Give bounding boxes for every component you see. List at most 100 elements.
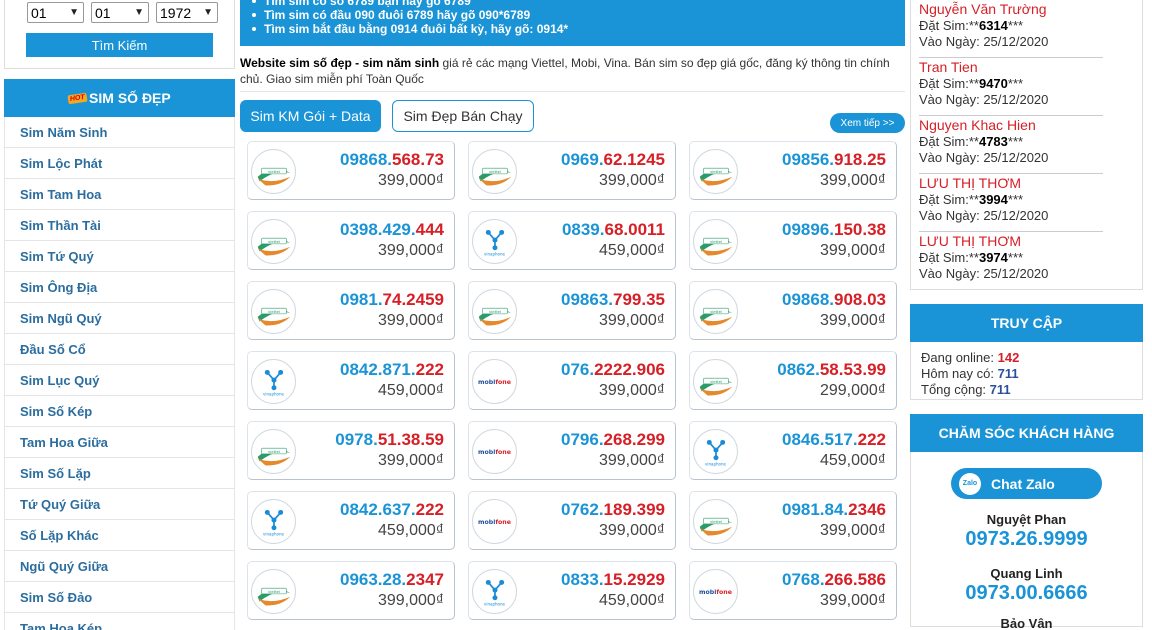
sim-card[interactable]: viettel 0978.51.38.59 399,000₫ [247,421,455,480]
viettel-logo-icon: viettel [472,149,517,194]
sim-price: 399,000₫ [819,312,886,329]
category-item[interactable]: Tứ Quý Giữa [5,489,234,520]
sim-number[interactable]: 09868.568.73 [340,150,444,170]
sim-card[interactable]: viettel 09868.908.03 399,000₫ [689,281,897,340]
sim-card[interactable]: mobifone 0762.189.399 399,000₫ [468,491,676,550]
sim-number-prefix: 0981.84. [781,500,849,519]
sim-number[interactable]: 0833.15.2929 [561,570,665,590]
sim-number[interactable]: 0842.637.222 [340,500,444,520]
sim-number[interactable]: 0981.74.2459 [340,290,444,310]
category-item[interactable]: Sim Lộc Phát [5,148,234,179]
sim-card[interactable]: viettel 0862.58.53.99 299,000₫ [689,351,897,410]
sim-number[interactable]: 0963.28.2347 [340,570,444,590]
sim-card[interactable]: mobifone 0768.266.586 399,000₫ [689,561,897,620]
sim-number[interactable]: 0839.68.0011 [562,220,665,240]
sim-number-highlight: 2346 [848,500,886,519]
sim-price: 399,000₫ [598,312,665,329]
ordered-sim: Đặt Sim:**3994*** [919,192,1024,207]
sim-price: 399,000₫ [598,522,665,539]
sim-card[interactable]: viettel 0963.28.2347 399,000₫ [247,561,455,620]
sim-number-highlight: 68.0011 [604,220,665,239]
sim-number[interactable]: 076.2222.906 [561,360,665,380]
year-select[interactable]: 1972 ▼ [156,2,218,23]
sim-number[interactable]: 09856.918.25 [782,150,886,170]
order-date: Vào Ngày: 25/12/2020 [919,208,1049,223]
category-item[interactable]: Sim Ngũ Quý [5,303,234,334]
month-select[interactable]: 01 ▼ [91,2,149,23]
category-item[interactable]: Ngũ Quý Giữa [5,551,234,582]
sim-number-highlight: 799.35 [613,290,665,309]
sim-number[interactable]: 0862.58.53.99 [777,360,886,380]
category-item[interactable]: Sim Thần Tài [5,210,234,241]
category-header: HOT SIM SỐ ĐẸP [4,79,235,117]
category-item[interactable]: Sim Lục Quý [5,365,234,396]
sim-card[interactable]: mobifone 076.2222.906 399,000₫ [468,351,676,410]
order-date: Vào Ngày: 25/12/2020 [919,34,1049,49]
sim-number[interactable]: 0969.62.1245 [561,150,665,170]
sim-card[interactable]: viettel 0981.84.2346 399,000₫ [689,491,897,550]
category-item[interactable]: Sim Năm Sinh [5,117,234,148]
sim-card[interactable]: vinaphone 0842.637.222 459,000₫ [247,491,455,550]
sim-card[interactable]: viettel 09896.150.38 399,000₫ [689,211,897,270]
tab-km-goi-data[interactable]: Sim KM Gói + Data [240,100,381,132]
sim-card[interactable]: vinaphone 0842.871.222 459,000₫ [247,351,455,410]
svg-text:mobifone: mobifone [478,519,511,526]
ordered-sim: Đặt Sim:**6314*** [919,18,1024,33]
main-content: Tìm sim có số 6789 bạn hãy gõ 6789 Tìm s… [240,0,905,144]
left-sidebar: 01 ▼ 01 ▼ 1972 ▼ Tìm Kiếm HOT SIM SỐ ĐẸP… [4,0,235,630]
tab-ban-chay[interactable]: Sim Đẹp Bán Chạy [392,100,534,132]
category-item[interactable]: Tam Hoa Kép [5,613,234,630]
category-item[interactable]: Tam Hoa Giữa [5,427,234,458]
svg-text:viettel: viettel [268,169,280,174]
see-more-button[interactable]: Xem tiếp >> [830,113,905,133]
sim-card[interactable]: viettel 0969.62.1245 399,000₫ [468,141,676,200]
agent-name: Bảo Vân [1000,616,1053,630]
sim-number[interactable]: 0978.51.38.59 [335,430,444,450]
category-item[interactable]: Sim Tam Hoa [5,179,234,210]
agent-phone[interactable]: 0973.26.9999 [911,528,1142,551]
vinaphone-logo-icon: vinaphone [251,499,296,544]
sim-number-highlight: 74.2459 [382,290,444,309]
sim-card[interactable]: viettel 09863.799.35 399,000₫ [468,281,676,340]
svg-text:vinaphone: vinaphone [484,251,506,256]
sim-card[interactable]: vinaphone 0833.15.2929 459,000₫ [468,561,676,620]
sim-card[interactable]: vinaphone 0846.517.222 459,000₫ [689,421,897,480]
sim-card[interactable]: mobifone 0796.268.299 399,000₫ [468,421,676,480]
site-description: Website sim số đẹp - sim năm sinh giá rẻ… [240,55,905,87]
day-select[interactable]: 01 ▼ [27,2,84,23]
sim-card[interactable]: viettel 09868.568.73 399,000₫ [247,141,455,200]
sim-number[interactable]: 0846.517.222 [782,430,886,450]
sim-card[interactable]: viettel 0981.74.2459 399,000₫ [247,281,455,340]
svg-text:viettel: viettel [710,169,722,174]
category-item[interactable]: Số Lặp Khác [5,520,234,551]
category-item[interactable]: Sim Số Kép [5,396,234,427]
sim-number[interactable]: 09868.908.03 [782,290,886,310]
category-item[interactable]: Đầu Số Cổ [5,334,234,365]
sim-number[interactable]: 0762.189.399 [561,500,665,520]
search-tips: Tìm sim có số 6789 bạn hãy gõ 6789 Tìm s… [240,0,905,46]
category-item[interactable]: Sim Số Đảo [5,582,234,613]
sim-card[interactable]: vinaphone 0839.68.0011 459,000₫ [468,211,676,270]
sim-number[interactable]: 0842.871.222 [340,360,444,380]
sim-number[interactable]: 0768.266.586 [782,570,886,590]
category-item[interactable]: Sim Số Lặp [5,458,234,489]
sim-number-highlight: 62.1245 [603,150,665,169]
search-button[interactable]: Tìm Kiếm [26,33,213,57]
sim-number[interactable]: 09896.150.38 [782,220,886,240]
sim-card[interactable]: viettel 0398.429.444 399,000₫ [247,211,455,270]
sim-number[interactable]: 0398.429.444 [340,220,444,240]
chat-zalo-button[interactable]: Zalo Chat Zalo [951,468,1102,499]
sim-price: 459,000₫ [819,452,886,469]
chat-zalo-label: Chat Zalo [991,475,1055,492]
mobifone-logo-icon: mobifone [472,429,517,474]
sim-card[interactable]: viettel 09856.918.25 399,000₫ [689,141,897,200]
category-item[interactable]: Sim Ông Địa [5,272,234,303]
agent-card: Quang Linh 0973.00.6666 [911,566,1142,605]
agent-phone[interactable]: 0973.00.6666 [911,582,1142,605]
order-date: Vào Ngày: 25/12/2020 [919,150,1049,165]
sim-number[interactable]: 0796.268.299 [561,430,665,450]
sim-number[interactable]: 09863.799.35 [561,290,665,310]
category-item[interactable]: Sim Tứ Quý [5,241,234,272]
sim-number[interactable]: 0981.84.2346 [782,500,886,520]
sim-number-prefix: 0862. [777,360,820,379]
